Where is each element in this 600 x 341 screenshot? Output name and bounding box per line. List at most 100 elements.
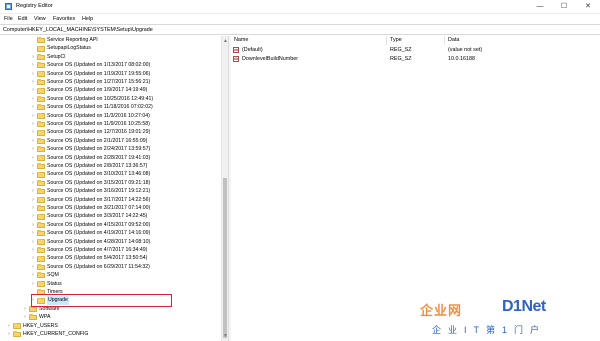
address-path[interactable]: Computer\HKEY_LOCAL_MACHINE\SYSTEM\Setup… — [3, 27, 153, 33]
minimize-button[interactable]: — — [528, 0, 552, 14]
scroll-thumb[interactable] — [223, 178, 227, 338]
expand-chevron-icon[interactable]: › — [30, 70, 36, 78]
tree-item[interactable]: › Source OS (Updated on 11/9/2016 10:25:5… — [0, 120, 220, 128]
expand-chevron-icon[interactable]: › — [30, 78, 36, 86]
tree-item[interactable]: › HKEY_CURRENT_CONFIG — [0, 330, 220, 338]
value-row[interactable]: ab (Default) REG_SZ (value not set) — [231, 46, 600, 55]
expand-chevron-icon[interactable]: › — [30, 53, 36, 61]
tree-item[interactable]: › Source OS (Updated on 11/3/2016 10:27:0… — [0, 112, 220, 120]
expand-chevron-icon[interactable]: › — [30, 280, 36, 288]
menu-favorites[interactable]: Favorites — [53, 16, 75, 22]
tree-item[interactable]: › Source OS (Updated on 11/18/2016 07:02:… — [0, 103, 220, 111]
expand-chevron-icon[interactable]: › — [30, 112, 36, 120]
column-header-data[interactable]: Data — [448, 36, 459, 45]
tree-item[interactable]: › HKEY_USERS — [0, 322, 220, 330]
tree-item[interactable]: › Source OS (Updated on 1/27/2017 15:56:2… — [0, 78, 220, 86]
folder-icon — [37, 272, 45, 279]
tree-item[interactable]: › Source OS (Updated on 3/10/2017 13:46:0… — [0, 170, 220, 178]
string-value-icon: ab — [233, 55, 239, 62]
expand-chevron-icon[interactable]: › — [30, 95, 36, 103]
tree-item[interactable]: › Source OS (Updated on 2/1/2017 16:55:09… — [0, 137, 220, 145]
tree-item[interactable]: › Source OS (Updated on 3/3/2017 14:22:45… — [0, 212, 220, 220]
tree-item[interactable]: › Source OS (Updated on 3/16/2017 19:12:2… — [0, 187, 220, 195]
tree-scrollbar[interactable]: ▲ ▼ — [221, 36, 228, 341]
menu-view[interactable]: View — [34, 16, 46, 22]
expand-chevron-icon[interactable]: › — [30, 196, 36, 204]
expand-chevron-icon[interactable]: › — [30, 128, 36, 136]
expand-chevron-icon[interactable]: › — [30, 271, 36, 279]
menu-file[interactable]: File — [4, 16, 13, 22]
values-list[interactable]: Name Type Data ab (Default) REG_SZ (valu… — [231, 36, 600, 341]
folder-icon — [37, 137, 45, 144]
folder-icon — [37, 62, 45, 69]
expand-chevron-icon[interactable]: › — [30, 86, 36, 94]
tree-item[interactable]: › Source OS (Updated on 2/28/2017 19:41:0… — [0, 154, 220, 162]
expand-chevron-icon[interactable]: › — [30, 145, 36, 153]
folder-icon — [37, 121, 45, 128]
expand-chevron-icon[interactable]: › — [30, 204, 36, 212]
address-bar[interactable]: Computer\HKEY_LOCAL_MACHINE\SYSTEM\Setup… — [0, 24, 600, 35]
tree-item[interactable]: › Source OS (Updated on 1/9/2017 14:19:49… — [0, 86, 220, 94]
expand-chevron-icon[interactable]: › — [30, 229, 36, 237]
folder-icon — [29, 305, 37, 312]
tree-item-label: Source OS (Updated on 4/28/2017 14:08:10… — [47, 238, 151, 245]
expand-chevron-icon[interactable]: › — [30, 246, 36, 254]
tree-item[interactable]: › WPA — [0, 313, 220, 321]
folder-icon — [37, 238, 45, 245]
tree-item[interactable]: › Source OS (Updated on 4/19/2017 14:16:0… — [0, 229, 220, 237]
expand-chevron-icon[interactable]: › — [30, 103, 36, 111]
expand-chevron-icon[interactable]: › — [30, 263, 36, 271]
expand-chevron-icon[interactable]: › — [30, 254, 36, 262]
tree-item[interactable]: › Source OS (Updated on 4/15/2017 09:52:0… — [0, 221, 220, 229]
tree-item[interactable]: › SetupCl — [0, 53, 220, 61]
tree-item[interactable]: › Source OS (Updated on 4/7/2017 16:34:49… — [0, 246, 220, 254]
folder-icon — [37, 171, 45, 178]
expand-chevron-icon[interactable]: › — [30, 61, 36, 69]
expand-chevron-icon[interactable]: › — [6, 322, 12, 330]
tree-item[interactable]: › Source OS (Updated on 3/21/2017 07:14:0… — [0, 204, 220, 212]
close-button[interactable]: ✕ — [576, 0, 600, 14]
tree-item[interactable]: › Source OS (Updated on 5/4/2017 13:50:54… — [0, 254, 220, 262]
expand-chevron-icon[interactable]: › — [30, 179, 36, 187]
tree-item[interactable]: › Source OS (Updated on 10/25/2016 12:49:… — [0, 95, 220, 103]
expand-chevron-icon[interactable]: › — [30, 221, 36, 229]
tree-item[interactable]: › Source OS (Updated on 1/19/2017 19:55:0… — [0, 70, 220, 78]
menu-help[interactable]: Help — [82, 16, 93, 22]
expand-chevron-icon[interactable]: › — [30, 187, 36, 195]
tree-item[interactable]: SetupapiLogStatus — [0, 44, 220, 52]
tree-item[interactable]: › Source OS (Updated on 3/15/2017 09:21:1… — [0, 179, 220, 187]
tree-item-label: Source OS (Updated on 4/15/2017 09:52:00… — [47, 221, 151, 228]
tree-item[interactable]: Service Reporting API — [0, 36, 220, 44]
expand-chevron-icon[interactable]: › — [30, 212, 36, 220]
expand-chevron-icon[interactable]: › — [30, 170, 36, 178]
tree-item[interactable]: › SQM — [0, 271, 220, 279]
watermark-tagline: 企业IT第1门户 — [432, 325, 547, 335]
tree-item-label: Source OS (Updated on 3/15/2017 09:21:18… — [47, 179, 151, 186]
tree-item[interactable]: › Status — [0, 280, 220, 288]
folder-icon — [37, 188, 45, 195]
column-divider[interactable] — [386, 36, 387, 45]
tree-item[interactable]: › Source OS (Updated on 1/13/2017 08:02:0… — [0, 61, 220, 69]
folder-icon — [29, 314, 37, 321]
expand-chevron-icon[interactable]: › — [30, 154, 36, 162]
tree-item-label: Source OS (Updated on 3/16/2017 19:12:21… — [47, 188, 151, 195]
tree-item[interactable]: › Source OS (Updated on 2/24/2017 13:59:5… — [0, 145, 220, 153]
tree-item[interactable]: › Source OS (Updated on 2/8/2017 13:36:57… — [0, 162, 220, 170]
column-header-name[interactable]: Name — [234, 36, 248, 45]
menu-edit[interactable]: Edit — [18, 16, 27, 22]
tree-item[interactable]: › Source OS (Updated on 4/28/2017 14:08:1… — [0, 238, 220, 246]
maximize-button[interactable]: ☐ — [552, 0, 576, 14]
value-row[interactable]: ab DownlevelBuildNumber REG_SZ 10.0.1618… — [231, 55, 600, 64]
tree-item[interactable]: › Source OS (Updated on 6/29/2017 11:54:3… — [0, 263, 220, 271]
expand-chevron-icon[interactable]: › — [22, 305, 28, 313]
tree-item[interactable]: › Source OS (Updated on 3/17/2017 14:22:5… — [0, 196, 220, 204]
expand-chevron-icon[interactable]: › — [30, 137, 36, 145]
expand-chevron-icon[interactable]: › — [30, 120, 36, 128]
column-divider[interactable] — [444, 36, 445, 45]
column-header-type[interactable]: Type — [390, 36, 402, 45]
expand-chevron-icon[interactable]: › — [30, 238, 36, 246]
expand-chevron-icon[interactable]: › — [22, 313, 28, 321]
expand-chevron-icon[interactable]: › — [6, 330, 12, 338]
tree-item[interactable]: › Source OS (Updated on 12/7/2016 19:01:2… — [0, 128, 220, 136]
expand-chevron-icon[interactable]: › — [30, 162, 36, 170]
